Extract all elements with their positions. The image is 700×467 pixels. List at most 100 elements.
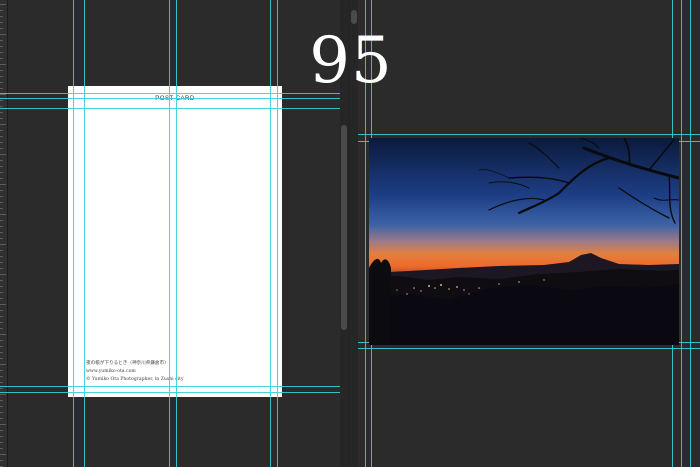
ruler-tick bbox=[0, 214, 6, 215]
ruler-tick bbox=[0, 172, 3, 173]
ruler-tick bbox=[0, 16, 3, 17]
postcard-title: POST CARD bbox=[155, 96, 195, 102]
ruler-tick bbox=[0, 352, 3, 353]
guide-vertical[interactable] bbox=[176, 0, 177, 467]
ruler-tick bbox=[0, 328, 3, 329]
ruler-tick bbox=[0, 448, 3, 449]
ruler-tick bbox=[0, 340, 3, 341]
guide-horizontal[interactable] bbox=[0, 98, 340, 99]
ruler-tick bbox=[0, 442, 3, 443]
ruler-tick bbox=[0, 202, 3, 203]
left-scrollbar-thumb[interactable] bbox=[341, 125, 347, 330]
left-document-canvas[interactable]: POST CARD 夜の帳が下りるとき（神奈川県鎌倉市） www.yumiko-… bbox=[0, 0, 340, 467]
vertical-ruler[interactable] bbox=[0, 0, 8, 467]
ruler-tick bbox=[0, 238, 3, 239]
guide-vertical[interactable] bbox=[277, 0, 278, 467]
ruler-tick bbox=[0, 148, 3, 149]
ruler-tick bbox=[0, 94, 6, 95]
ruler-tick bbox=[0, 40, 3, 41]
ruler-tick bbox=[0, 10, 3, 11]
guide-vertical[interactable] bbox=[681, 0, 682, 467]
ruler-tick bbox=[0, 298, 3, 299]
ruler-tick bbox=[0, 286, 3, 287]
ruler-tick bbox=[0, 208, 3, 209]
ruler-tick bbox=[0, 400, 3, 401]
guide-horizontal[interactable] bbox=[0, 108, 340, 109]
ruler-tick bbox=[0, 178, 3, 179]
ruler-tick bbox=[0, 136, 3, 137]
ruler-tick bbox=[0, 220, 3, 221]
ruler-tick bbox=[0, 34, 6, 35]
ruler-tick bbox=[0, 100, 3, 101]
guide-vertical[interactable] bbox=[169, 0, 170, 467]
ruler-tick bbox=[0, 76, 3, 77]
ruler-tick bbox=[0, 118, 3, 119]
ruler-tick bbox=[0, 430, 3, 431]
guide-vertical[interactable] bbox=[84, 0, 85, 467]
ruler-tick bbox=[0, 268, 3, 269]
guide-horizontal[interactable] bbox=[0, 392, 340, 393]
ruler-tick bbox=[0, 394, 6, 395]
ruler-tick bbox=[0, 52, 3, 53]
ruler-tick bbox=[0, 424, 6, 425]
ruler-tick bbox=[0, 280, 3, 281]
ruler-tick bbox=[0, 370, 3, 371]
ruler-tick bbox=[0, 232, 3, 233]
ruler-tick bbox=[0, 130, 3, 131]
ruler-tick bbox=[0, 346, 3, 347]
ruler-tick bbox=[0, 262, 3, 263]
ruler-tick bbox=[0, 184, 6, 185]
guide-horizontal[interactable] bbox=[358, 134, 700, 135]
ruler-tick bbox=[0, 244, 6, 245]
page-number: 95 bbox=[309, 24, 393, 98]
ruler-tick bbox=[0, 22, 3, 23]
ruler-tick bbox=[0, 112, 3, 113]
ruler-tick bbox=[0, 460, 3, 461]
postcard-back-page[interactable]: POST CARD 夜の帳が下りるとき（神奈川県鎌倉市） www.yumiko-… bbox=[68, 86, 282, 397]
credit-line-website: www.yumiko-ota.com bbox=[86, 369, 136, 374]
ruler-tick bbox=[0, 334, 6, 335]
ruler-tick bbox=[0, 250, 3, 251]
right-scrollbar-thumb[interactable] bbox=[351, 10, 357, 24]
ruler-tick bbox=[0, 256, 3, 257]
ruler-tick bbox=[0, 406, 3, 407]
ruler-tick bbox=[0, 190, 3, 191]
credit-line-title: 夜の帳が下りるとき（神奈川県鎌倉市） bbox=[86, 361, 169, 366]
ruler-tick bbox=[0, 364, 6, 365]
ruler-tick bbox=[0, 226, 3, 227]
guide-vertical[interactable] bbox=[270, 0, 271, 467]
twilight-landscape-image bbox=[369, 138, 679, 345]
ruler-tick bbox=[0, 154, 6, 155]
ruler-tick bbox=[0, 82, 3, 83]
guide-horizontal[interactable] bbox=[0, 386, 340, 387]
ruler-tick bbox=[0, 106, 3, 107]
ruler-tick bbox=[0, 292, 3, 293]
ruler-tick bbox=[0, 160, 3, 161]
ruler-tick bbox=[0, 412, 3, 413]
guide-horizontal[interactable] bbox=[0, 93, 340, 94]
ruler-tick bbox=[0, 142, 3, 143]
ruler-tick bbox=[0, 196, 3, 197]
postcard-front-page[interactable] bbox=[369, 138, 679, 345]
guide-horizontal[interactable] bbox=[358, 348, 700, 349]
ruler-tick bbox=[0, 436, 3, 437]
ruler-tick bbox=[0, 274, 6, 275]
ruler-tick bbox=[0, 322, 3, 323]
ruler-tick bbox=[0, 64, 6, 65]
ruler-tick bbox=[0, 124, 6, 125]
ruler-tick bbox=[0, 358, 3, 359]
ruler-tick bbox=[0, 316, 3, 317]
guide-vertical[interactable] bbox=[690, 0, 691, 467]
ruler-tick bbox=[0, 304, 6, 305]
ruler-tick bbox=[0, 4, 6, 5]
ruler-tick bbox=[0, 28, 3, 29]
ruler-tick bbox=[0, 376, 3, 377]
ruler-tick bbox=[0, 166, 3, 167]
guide-vertical[interactable] bbox=[73, 0, 74, 467]
ruler-tick bbox=[0, 382, 3, 383]
ruler-tick bbox=[0, 88, 3, 89]
ruler-tick bbox=[0, 58, 3, 59]
ruler-tick bbox=[0, 70, 3, 71]
ruler-tick bbox=[0, 388, 3, 389]
ruler-tick bbox=[0, 454, 6, 455]
